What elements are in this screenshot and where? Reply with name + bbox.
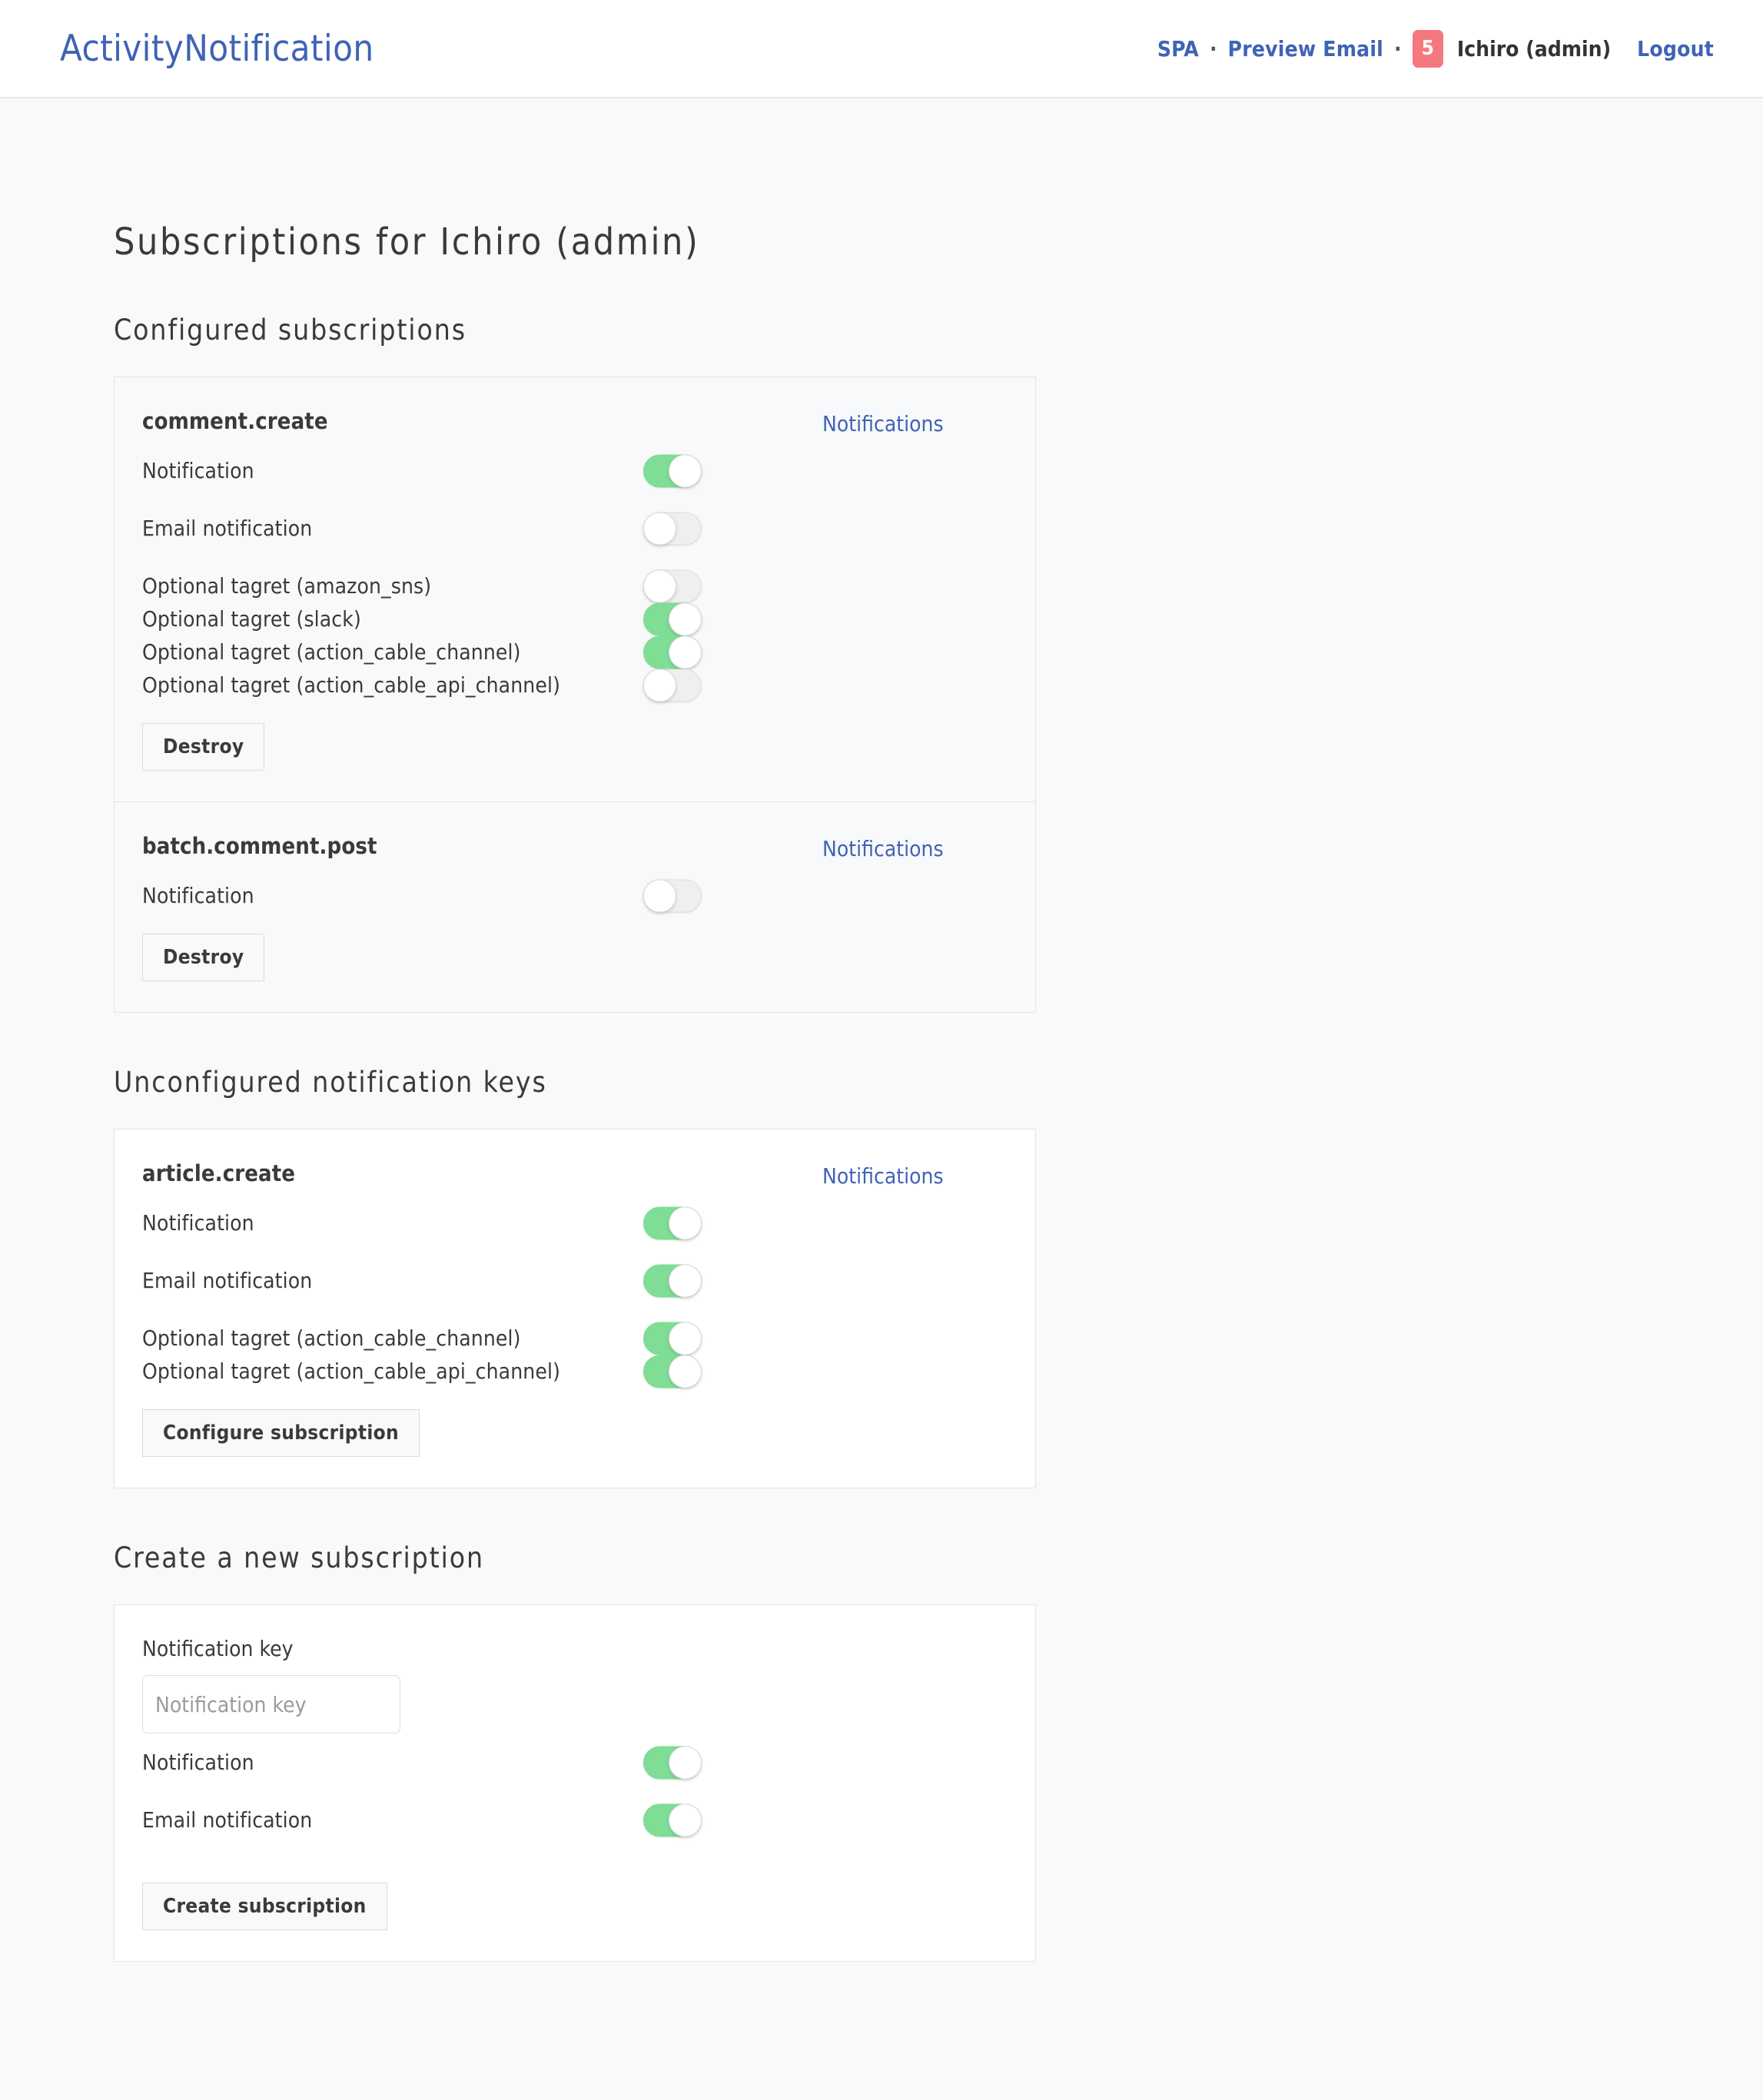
subscription-item: batch.comment.post Notifications Notificat… — [115, 801, 1035, 1012]
destroy-button[interactable]: Destroy — [142, 934, 265, 981]
toggle-switch[interactable] — [643, 602, 702, 635]
toggle-row-label: Email notification — [142, 1807, 313, 1833]
toggle-switch[interactable] — [643, 454, 702, 487]
nav-separator-2: · — [1394, 35, 1402, 61]
subscription-item-header: article.create Notifications — [142, 1160, 1008, 1194]
toggle-row: Optional tagret (action_cable_api_channe… — [142, 668, 1008, 702]
toggle-row-group: Notification Email notification Optional t… — [142, 1206, 1008, 1388]
nav-link-preview-email[interactable]: Preview Email — [1228, 36, 1383, 61]
toggle-row-label: Email notification — [142, 1268, 313, 1293]
toggle-row-label: Notification — [142, 1210, 254, 1236]
toggle-knob — [669, 1264, 702, 1297]
toggle-row: Optional tagret (slack) — [142, 602, 1008, 635]
configure-subscription-button[interactable]: Configure subscription — [142, 1409, 420, 1457]
toggle-row-label: Optional tagret (amazon_sns) — [142, 573, 432, 599]
toggle-switch[interactable] — [643, 1264, 702, 1297]
subscription-item: comment.create Notifications Notification E… — [115, 377, 1035, 801]
section-title-configured: Configured subscriptions — [114, 314, 466, 347]
toggle-switch[interactable] — [643, 1355, 702, 1388]
toggle-row: Email notification — [142, 512, 1008, 545]
current-user-label: Ichiro (admin) — [1456, 35, 1612, 61]
toggle-row: Notification — [142, 454, 1008, 487]
toggle-row-group: Notification — [142, 879, 1008, 912]
section-title-create: Create a new subscription — [114, 1541, 484, 1574]
subscription-item-header: comment.create Notifications — [142, 408, 1008, 442]
section-title-unconfigured: Unconfigured notification keys — [114, 1066, 547, 1099]
configured-subscriptions-card: comment.create Notifications Notification E… — [114, 377, 1036, 1013]
toggle-row-label: Optional tagret (slack) — [142, 606, 361, 632]
toggle-switch[interactable] — [643, 512, 702, 545]
toggle-row-label: Notification — [142, 1750, 254, 1775]
toggle-row-label: Notification — [142, 883, 254, 908]
toggle-switch[interactable] — [643, 879, 702, 912]
navbar-right-group: SPA · Preview Email · 5 Ichiro (admin) L… — [1157, 29, 1714, 68]
toggle-knob — [643, 512, 676, 545]
toggle-row: Optional tagret (amazon_sns) — [142, 569, 1008, 602]
notifications-link[interactable]: Notifications — [822, 836, 944, 861]
toggle-row-group: Notification Email notification Optional t… — [142, 454, 1008, 702]
nav-link-spa[interactable]: SPA — [1157, 36, 1199, 61]
notifications-link[interactable]: Notifications — [822, 1163, 944, 1189]
page-body: Subscriptions for Ichiro (admin) Configu… — [0, 98, 1763, 2100]
toggle-knob — [669, 1803, 702, 1836]
subscription-key: article.create — [142, 1160, 296, 1186]
subscription-item: article.create Notifications Notification E… — [115, 1130, 1035, 1488]
toggle-knob — [643, 879, 676, 912]
brand-logo[interactable]: ActivityNotification — [60, 28, 374, 70]
subscription-key: comment.create — [142, 408, 328, 434]
toggle-switch[interactable] — [643, 1803, 702, 1836]
notification-key-input[interactable] — [142, 1675, 400, 1733]
subscription-key: batch.comment.post — [142, 833, 377, 859]
toggle-row: Optional tagret (action_cable_api_channe… — [142, 1355, 1008, 1388]
notification-key-label: Notification key — [142, 1636, 294, 1661]
toggle-knob — [669, 1355, 702, 1388]
toggle-switch[interactable] — [643, 1322, 702, 1355]
toggle-knob — [669, 1746, 702, 1779]
create-subscription-toggle-rows: Notification Email notification — [142, 1746, 1008, 1836]
toggle-row: Notification — [142, 1746, 1008, 1779]
destroy-button[interactable]: Destroy — [142, 723, 265, 771]
page-title: Subscriptions for Ichiro (admin) — [114, 221, 700, 264]
create-subscription-card: Notification key Notification Email notif… — [114, 1604, 1036, 1962]
toggle-switch[interactable] — [643, 635, 702, 668]
toggle-knob — [669, 1206, 702, 1239]
notification-count-badge[interactable]: 5 — [1412, 29, 1443, 68]
toggle-switch[interactable] — [643, 668, 702, 702]
toggle-switch[interactable] — [643, 569, 702, 602]
create-subscription-button[interactable]: Create subscription — [142, 1883, 387, 1930]
toggle-row: Optional tagret (action_cable_channel) — [142, 635, 1008, 668]
create-subscription-form: Notification key Notification Email notif… — [115, 1605, 1035, 1961]
toggle-row: Notification — [142, 1206, 1008, 1239]
toggle-row: Email notification — [142, 1803, 1008, 1836]
toggle-knob — [669, 635, 702, 668]
toggle-knob — [669, 602, 702, 635]
toggle-row-label: Optional tagret (action_cable_channel) — [142, 639, 521, 665]
notification-key-group: Notification key — [142, 1636, 1008, 1733]
toggle-row-label: Optional tagret (action_cable_channel) — [142, 1325, 521, 1351]
nav-separator-1: · — [1209, 35, 1217, 61]
toggle-row: Email notification — [142, 1264, 1008, 1297]
toggle-knob — [643, 668, 676, 702]
toggle-switch[interactable] — [643, 1746, 702, 1779]
content-container: Subscriptions for Ichiro (admin) Configu… — [114, 98, 1036, 1962]
toggle-row-label: Email notification — [142, 516, 313, 541]
toggle-row-label: Optional tagret (action_cable_api_channe… — [142, 1359, 560, 1384]
toggle-switch[interactable] — [643, 1206, 702, 1239]
toggle-row: Optional tagret (action_cable_channel) — [142, 1322, 1008, 1355]
logout-link[interactable]: Logout — [1637, 36, 1714, 61]
navbar: ActivityNotification SPA · Preview Email… — [0, 0, 1763, 98]
notifications-link[interactable]: Notifications — [822, 411, 944, 436]
toggle-row: Notification — [142, 879, 1008, 912]
toggle-row-label: Optional tagret (action_cable_api_channe… — [142, 672, 560, 698]
toggle-knob — [669, 454, 702, 487]
toggle-knob — [643, 569, 676, 602]
toggle-row-label: Notification — [142, 458, 254, 483]
toggle-knob — [669, 1322, 702, 1355]
subscription-item-header: batch.comment.post Notifications — [142, 833, 1008, 867]
unconfigured-keys-card: article.create Notifications Notification E… — [114, 1129, 1036, 1488]
